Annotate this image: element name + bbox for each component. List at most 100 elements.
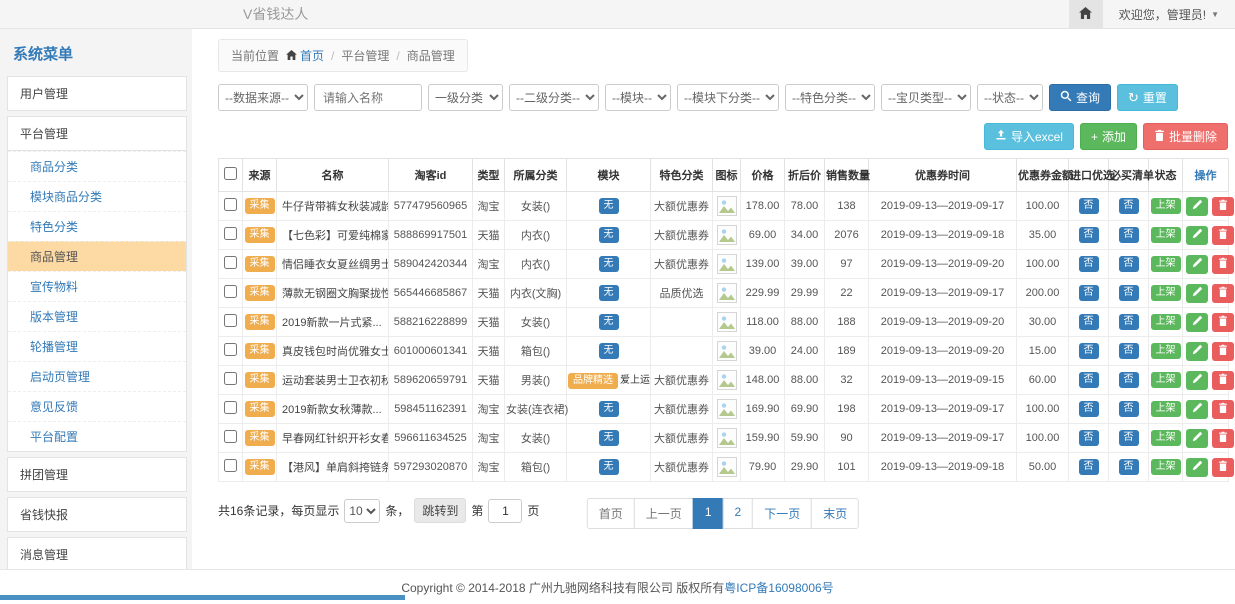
delete-button[interactable] xyxy=(1212,371,1234,390)
status-badge[interactable]: 上架 xyxy=(1151,256,1181,273)
edit-button[interactable] xyxy=(1186,458,1208,477)
status-badge[interactable]: 上架 xyxy=(1151,430,1181,447)
sidebar-subitem[interactable]: 特色分类 xyxy=(8,211,186,241)
pagination-item[interactable]: 上一页 xyxy=(634,498,694,529)
import-select-badge[interactable]: 否 xyxy=(1079,372,1099,389)
row-checkbox[interactable] xyxy=(224,430,237,443)
home-button[interactable] xyxy=(1069,0,1103,28)
sidebar-subitem[interactable]: 模块商品分类 xyxy=(8,181,186,211)
filter-select[interactable]: --模块-- xyxy=(605,84,671,111)
select-all-checkbox[interactable] xyxy=(224,167,237,180)
edit-button[interactable] xyxy=(1186,226,1208,245)
edit-button[interactable] xyxy=(1186,342,1208,361)
filter-select[interactable]: --二级分类-- xyxy=(509,84,599,111)
delete-button[interactable] xyxy=(1212,197,1234,216)
import-select-badge[interactable]: 否 xyxy=(1079,285,1099,302)
sidebar-subitem[interactable]: 轮播管理 xyxy=(8,331,186,361)
import-select-badge[interactable]: 否 xyxy=(1079,401,1099,418)
sidebar-item[interactable]: 消息管理 xyxy=(7,537,187,569)
sidebar-subitem[interactable]: 商品分类 xyxy=(8,151,186,181)
sidebar-subitem[interactable]: 平台配置 xyxy=(8,421,186,451)
row-checkbox[interactable] xyxy=(224,227,237,240)
delete-button[interactable] xyxy=(1212,226,1234,245)
row-checkbox[interactable] xyxy=(224,256,237,269)
must-buy-badge[interactable]: 否 xyxy=(1119,401,1139,418)
pagination-item[interactable]: 1 xyxy=(693,498,724,529)
sidebar-item[interactable]: 平台管理 xyxy=(7,116,187,151)
status-badge[interactable]: 上架 xyxy=(1151,459,1181,476)
jump-button[interactable]: 跳转到 xyxy=(414,498,466,523)
must-buy-badge[interactable]: 否 xyxy=(1119,459,1139,476)
delete-button[interactable] xyxy=(1212,284,1234,303)
import-select-badge[interactable]: 否 xyxy=(1079,459,1099,476)
user-menu[interactable]: 欢迎您，管理员! ▼ xyxy=(1103,0,1235,28)
delete-button[interactable] xyxy=(1212,400,1234,419)
import-select-badge[interactable]: 否 xyxy=(1079,430,1099,447)
must-buy-badge[interactable]: 否 xyxy=(1119,314,1139,331)
sidebar-subitem[interactable]: 版本管理 xyxy=(8,301,186,331)
page-number-input[interactable] xyxy=(488,499,522,523)
sidebar-subitem[interactable]: 宣传物料 xyxy=(8,271,186,301)
filter-select[interactable]: --特色分类-- xyxy=(785,84,875,111)
filter-select[interactable]: --模块下分类-- xyxy=(677,84,779,111)
delete-button[interactable] xyxy=(1212,458,1234,477)
row-checkbox[interactable] xyxy=(224,401,237,414)
import-select-badge[interactable]: 否 xyxy=(1079,227,1099,244)
must-buy-badge[interactable]: 否 xyxy=(1119,198,1139,215)
sidebar-subitem[interactable]: 意见反馈 xyxy=(8,391,186,421)
must-buy-badge[interactable]: 否 xyxy=(1119,227,1139,244)
edit-button[interactable] xyxy=(1186,371,1208,390)
filter-select[interactable]: --状态-- xyxy=(977,84,1043,111)
edit-button[interactable] xyxy=(1186,400,1208,419)
status-badge[interactable]: 上架 xyxy=(1151,227,1181,244)
edit-button[interactable] xyxy=(1186,429,1208,448)
pagination-item[interactable]: 2 xyxy=(723,498,754,529)
sidebar-item[interactable]: 拼团管理 xyxy=(7,457,187,492)
row-checkbox[interactable] xyxy=(224,314,237,327)
delete-button[interactable] xyxy=(1212,255,1234,274)
breadcrumb-home-link[interactable]: 首页 xyxy=(286,47,324,64)
must-buy-badge[interactable]: 否 xyxy=(1119,256,1139,273)
must-buy-badge[interactable]: 否 xyxy=(1119,372,1139,389)
import-select-badge[interactable]: 否 xyxy=(1079,198,1099,215)
sidebar-item[interactable]: 用户管理 xyxy=(7,76,187,111)
status-badge[interactable]: 上架 xyxy=(1151,343,1181,360)
reset-button[interactable]: ↻重置 xyxy=(1117,84,1178,111)
sidebar-subitem[interactable]: 启动页管理 xyxy=(8,361,186,391)
status-badge[interactable]: 上架 xyxy=(1151,285,1181,302)
row-checkbox[interactable] xyxy=(224,343,237,356)
name-search-input[interactable] xyxy=(314,84,422,111)
edit-button[interactable] xyxy=(1186,313,1208,332)
icp-link[interactable]: 粤ICP备16098006号 xyxy=(724,581,833,595)
edit-button[interactable] xyxy=(1186,284,1208,303)
row-checkbox[interactable] xyxy=(224,198,237,211)
edit-button[interactable] xyxy=(1186,255,1208,274)
pagination-item[interactable]: 首页 xyxy=(587,498,635,529)
status-badge[interactable]: 上架 xyxy=(1151,198,1181,215)
pagination-item[interactable]: 末页 xyxy=(811,498,859,529)
delete-button[interactable] xyxy=(1212,342,1234,361)
status-badge[interactable]: 上架 xyxy=(1151,314,1181,331)
per-page-select[interactable]: 10 xyxy=(344,499,380,523)
import-select-badge[interactable]: 否 xyxy=(1079,256,1099,273)
sidebar-item[interactable]: 省钱快报 xyxy=(7,497,187,532)
batch-delete-button[interactable]: 批量删除 xyxy=(1143,123,1228,150)
row-checkbox[interactable] xyxy=(224,459,237,472)
pagination-item[interactable]: 下一页 xyxy=(752,498,812,529)
filter-select[interactable]: --宝贝类型-- xyxy=(881,84,971,111)
must-buy-badge[interactable]: 否 xyxy=(1119,285,1139,302)
status-badge[interactable]: 上架 xyxy=(1151,401,1181,418)
filter-select[interactable]: 一级分类 xyxy=(428,84,503,111)
edit-button[interactable] xyxy=(1186,197,1208,216)
must-buy-badge[interactable]: 否 xyxy=(1119,430,1139,447)
search-button[interactable]: 查询 xyxy=(1049,84,1111,111)
import-excel-button[interactable]: 导入excel xyxy=(984,123,1074,150)
row-checkbox[interactable] xyxy=(224,372,237,385)
import-select-badge[interactable]: 否 xyxy=(1079,343,1099,360)
must-buy-badge[interactable]: 否 xyxy=(1119,343,1139,360)
import-select-badge[interactable]: 否 xyxy=(1079,314,1099,331)
filter-select[interactable]: --数据来源-- xyxy=(218,84,308,111)
horizontal-scrollbar-thumb[interactable] xyxy=(0,595,405,600)
delete-button[interactable] xyxy=(1212,429,1234,448)
delete-button[interactable] xyxy=(1212,313,1234,332)
